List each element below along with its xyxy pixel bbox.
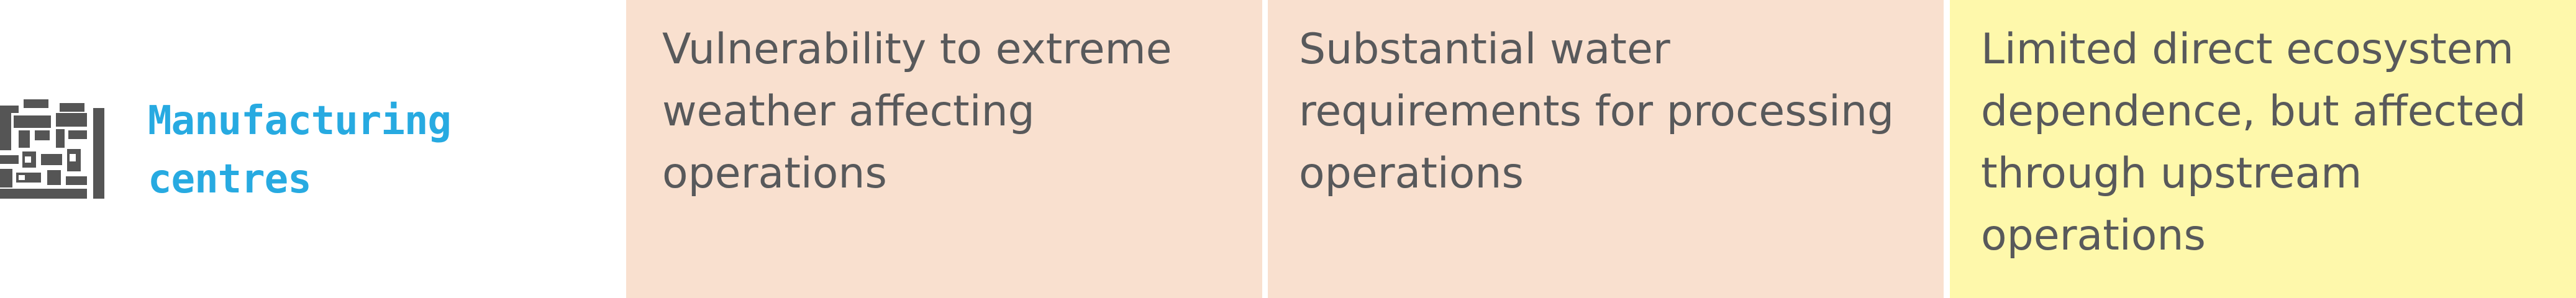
table-row: Manufacturing centres Vulnerability to e… xyxy=(0,0,2576,298)
row-label: Manufacturing centres xyxy=(148,98,452,202)
ecosystem-cell: Limited direct ecosystem dependence, but… xyxy=(1950,0,2576,298)
row-header: Manufacturing centres xyxy=(0,0,624,298)
dependency-cell: Substantial water requirements for proce… xyxy=(1268,0,1944,298)
factory-icon xyxy=(0,99,104,199)
impact-cell: Vulnerability to extreme weather affecti… xyxy=(626,0,1262,298)
